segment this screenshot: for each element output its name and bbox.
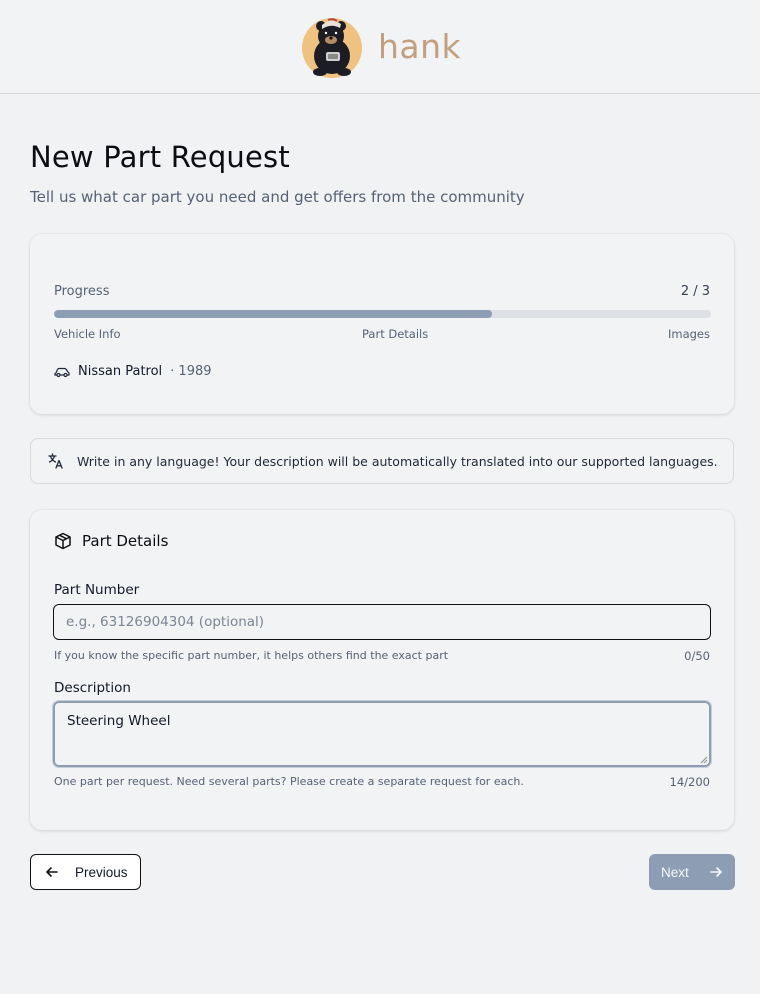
translation-notice: Write in any language! Your description … (30, 438, 734, 484)
description-label: Description (54, 680, 131, 696)
page-subtitle: Tell us what car part you need and get o… (30, 188, 525, 206)
part-number-label: Part Number (54, 582, 140, 598)
part-number-input[interactable] (53, 604, 711, 640)
vehicle-name: Nissan Patrol (78, 364, 163, 379)
arrow-left-icon (46, 867, 58, 877)
next-button-label: Next (661, 864, 689, 880)
previous-button-label: Previous (75, 864, 128, 880)
vehicle-year: · 1989 (170, 364, 212, 379)
description-counter: 14/200 (669, 775, 710, 789)
next-button[interactable]: Next (649, 854, 735, 890)
description-textarea[interactable] (52, 700, 712, 768)
selected-vehicle: Nissan Patrol · 1989 (54, 364, 212, 379)
brand-logo[interactable]: hank (300, 12, 461, 80)
progress-bar-fill (54, 310, 493, 318)
step-vehicle-info: Vehicle Info (54, 327, 121, 341)
translation-notice-text: Write in any language! Your description … (77, 453, 718, 469)
progress-label: Progress (54, 284, 110, 299)
previous-button[interactable]: Previous (30, 854, 141, 890)
bear-mascot-icon (302, 18, 362, 78)
part-number-help: If you know the specific part number, it… (54, 649, 449, 662)
progress-bar (54, 310, 711, 318)
package-icon (55, 532, 71, 550)
part-details-title: Part Details (82, 532, 169, 550)
app-header: hank (0, 0, 760, 94)
translate-icon (47, 452, 65, 470)
resize-handle-icon[interactable] (700, 756, 708, 764)
brand-name: hank (378, 26, 462, 66)
page-title: New Part Request (30, 140, 290, 174)
progress-card: Progress 2 / 3 Vehicle Info Part Details… (30, 234, 734, 414)
progress-count: 2 / 3 (680, 284, 710, 299)
part-details-header: Part Details (54, 532, 168, 550)
arrow-right-icon (709, 867, 722, 877)
car-icon (54, 367, 70, 377)
step-part-details: Part Details (362, 327, 429, 341)
description-help: One part per request. Need several parts… (54, 775, 524, 788)
part-number-counter: 0/50 (684, 649, 710, 663)
part-details-card: Part Details Part Number If you know the… (30, 510, 734, 830)
step-images: Images (667, 327, 710, 341)
